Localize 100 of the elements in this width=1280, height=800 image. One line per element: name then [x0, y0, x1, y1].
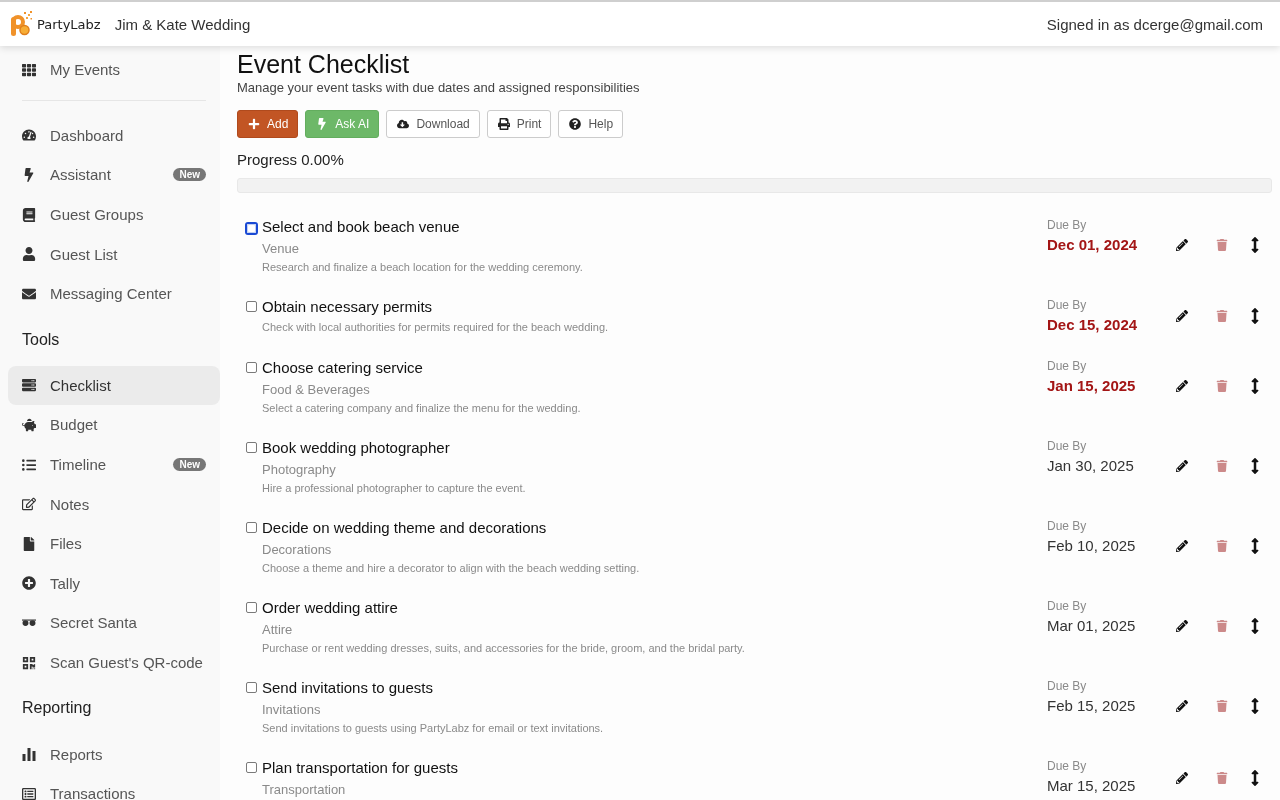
- due-date: Mar 15, 2025: [1047, 776, 1137, 796]
- sidebar-item[interactable]: Notes: [8, 484, 220, 524]
- task-checkbox[interactable]: [246, 682, 257, 693]
- task-description: Send invitations to guests using PartyLabz for email or text invitations.: [262, 721, 605, 736]
- sidebar-item[interactable]: Reports: [8, 734, 220, 774]
- task-category: Decorations: [262, 541, 333, 559]
- due-label: Due By: [1047, 598, 1088, 615]
- toolbar-button[interactable]: Print: [486, 110, 552, 138]
- task-title: Send invitations to guests: [262, 678, 434, 698]
- logo-icon[interactable]: [10, 10, 33, 38]
- sidebar-item[interactable]: Timeline New: [8, 444, 220, 485]
- pencil-icon[interactable]: [1176, 772, 1188, 784]
- task-category: Transportation: [262, 781, 347, 799]
- task-title: Plan transportation for guests: [262, 758, 459, 778]
- sidebar-item[interactable]: Guest List: [8, 234, 220, 274]
- sidebar-item[interactable]: Checklist: [8, 365, 220, 406]
- pencil-icon[interactable]: [1176, 239, 1188, 251]
- book-icon: [22, 207, 36, 222]
- task-description: Purchase or rent wedding dresses, suits, and accessories for the bride, groom, and the bridal party.: [262, 641, 746, 656]
- trash-icon[interactable]: [1216, 460, 1228, 472]
- new-badge: New: [173, 168, 206, 182]
- due-label: Due By: [1047, 678, 1088, 695]
- sidebar-item[interactable]: Messaging Center: [8, 273, 220, 314]
- trash-icon[interactable]: [1216, 239, 1228, 251]
- sidebar-item[interactable]: Assistant New: [8, 155, 220, 195]
- trash-icon[interactable]: [1216, 309, 1228, 322]
- sidebar-item[interactable]: Tally: [8, 563, 220, 604]
- stacked-bars-icon: [22, 378, 36, 393]
- trash-icon[interactable]: [1216, 620, 1228, 632]
- sidebar-item[interactable]: Files: [8, 523, 220, 564]
- task-title: Select and book beach venue: [262, 217, 461, 237]
- due-date: Jan 30, 2025: [1047, 456, 1135, 476]
- task-title: Decide on wedding theme and decorations: [262, 518, 548, 538]
- cloud-download-icon: [397, 118, 410, 130]
- piggy-bank-icon: [22, 417, 36, 432]
- sidebar-item[interactable]: My Events: [8, 50, 220, 90]
- due-date: Feb 10, 2025: [1047, 536, 1137, 556]
- task-category: Venue: [262, 240, 300, 258]
- due-label: Due By: [1047, 758, 1088, 775]
- sidebar-item[interactable]: Dashboard: [8, 115, 220, 156]
- event-name: Jim & Kate Wedding: [114, 15, 251, 33]
- person-icon: [22, 247, 36, 262]
- task-category: Photography: [262, 461, 337, 479]
- trash-icon[interactable]: [1216, 700, 1228, 712]
- edit-icon: [22, 497, 36, 512]
- new-badge: New: [173, 458, 206, 472]
- task-checkbox[interactable]: [246, 362, 257, 373]
- pencil-icon[interactable]: [1176, 700, 1188, 712]
- task-checkbox[interactable]: [246, 301, 257, 312]
- page-subtitle: Manage your event tasks with due dates and assigned responsibilities: [237, 80, 641, 96]
- qr-code-icon: [22, 655, 36, 670]
- task-description: Research and finalize a beach location for the wedding ceremony.: [262, 260, 584, 275]
- gauge-icon: [22, 128, 36, 143]
- section-heading: Tools: [21, 329, 61, 350]
- pencil-icon[interactable]: [1176, 540, 1188, 552]
- sunglasses-icon: [22, 618, 36, 627]
- task-description: Choose a theme and hire a decorator to align with the beach wedding setting.: [262, 561, 641, 576]
- toolbar-button[interactable]: Download: [386, 110, 480, 138]
- task-description: Hire a professional photographer to capture the event.: [262, 481, 527, 496]
- toolbar-button[interactable]: Add: [237, 110, 299, 138]
- due-label: Due By: [1047, 358, 1088, 375]
- sidebar-item[interactable]: Scan Guest's QR-code: [8, 642, 220, 683]
- pencil-icon[interactable]: [1176, 309, 1188, 322]
- due-date: Feb 15, 2025: [1047, 696, 1137, 716]
- envelope-icon: [22, 286, 36, 301]
- sidebar-item[interactable]: Secret Santa: [8, 603, 220, 643]
- pencil-icon[interactable]: [1176, 380, 1188, 392]
- trash-icon[interactable]: [1216, 380, 1228, 392]
- task-description: Check with local authorities for permits required for the beach wedding.: [262, 320, 610, 335]
- task-checkbox[interactable]: [246, 602, 257, 613]
- task-title: Order wedding attire: [262, 598, 399, 618]
- file-icon: [22, 536, 36, 551]
- due-label: Due By: [1047, 518, 1088, 535]
- due-date: Mar 01, 2025: [1047, 616, 1137, 636]
- toolbar-button[interactable]: Help: [558, 110, 624, 138]
- section-heading: Reporting: [21, 698, 93, 719]
- sidebar-item[interactable]: Budget: [8, 405, 220, 445]
- task-checkbox[interactable]: [246, 522, 257, 533]
- lightning-icon: [316, 118, 329, 130]
- page-title: Event Checklist: [237, 49, 411, 79]
- trash-icon[interactable]: [1216, 540, 1228, 552]
- help-icon: [569, 118, 582, 130]
- task-checkbox[interactable]: [246, 442, 257, 453]
- brand-name[interactable]: PartyLabz: [37, 16, 101, 32]
- pencil-icon[interactable]: [1176, 620, 1188, 632]
- task-checkbox[interactable]: [246, 762, 257, 773]
- due-label: Due By: [1047, 297, 1088, 314]
- printer-icon: [497, 118, 510, 130]
- list-icon: [22, 786, 36, 800]
- task-category: Invitations: [262, 701, 322, 719]
- grid-icon: [22, 62, 36, 77]
- task-title: Book wedding photographer: [262, 438, 451, 458]
- pencil-icon[interactable]: [1176, 460, 1188, 472]
- sidebar-item[interactable]: Guest Groups: [8, 194, 220, 235]
- lightning-icon: [22, 168, 36, 182]
- due-date: Jan 15, 2025: [1047, 376, 1137, 396]
- sidebar-item[interactable]: Transactions: [8, 773, 220, 800]
- due-date: Dec 01, 2024: [1047, 235, 1139, 255]
- due-date: Dec 15, 2024: [1047, 315, 1139, 335]
- trash-icon[interactable]: [1216, 772, 1228, 784]
